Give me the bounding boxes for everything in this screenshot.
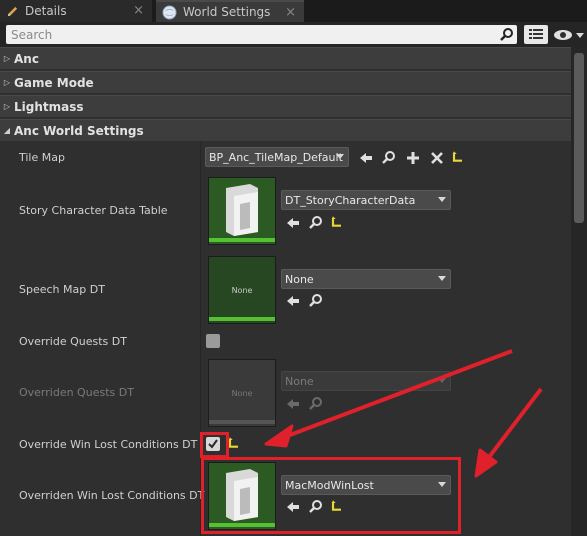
scrollbar-thumb[interactable] — [574, 53, 584, 223]
property-label: Story Character Data Table — [19, 204, 168, 217]
property-label: Speech Map DT — [19, 283, 105, 296]
use-selected-arrow-icon[interactable] — [285, 215, 301, 231]
data-table-icon — [226, 184, 258, 236]
browse-search-icon[interactable] — [308, 293, 324, 309]
add-icon[interactable] — [405, 150, 421, 166]
globe-icon — [162, 4, 177, 20]
chevron-down-icon — [576, 32, 584, 38]
property-label: Override Win Lost Conditions DT — [19, 438, 198, 451]
highlight-box-asset — [201, 457, 461, 534]
browse-search-icon[interactable] — [308, 215, 324, 231]
reset-to-default-icon[interactable] — [329, 215, 345, 231]
category-lightmass[interactable]: ▷ Lightmass — [0, 95, 571, 117]
tile-map-combo[interactable]: BP_Anc_TileMap_Default — [205, 147, 349, 167]
category-anc-world-settings[interactable]: ◢ Anc World Settings — [0, 119, 571, 141]
speech-map-combo[interactable]: None — [281, 269, 451, 289]
category-label: Lightmass — [14, 99, 84, 114]
asset-type-bar — [209, 238, 275, 242]
combo-value: DT_StoryCharacterData — [285, 193, 416, 207]
search-row — [0, 22, 587, 47]
tab-world-settings-label: World Settings — [183, 5, 271, 19]
tab-details-label: Details — [25, 4, 67, 18]
asset-thumbnail: None — [208, 359, 276, 427]
grid-view-icon — [529, 28, 543, 39]
tab-bar: Details × World Settings × — [0, 0, 587, 22]
combo-value: None — [285, 272, 314, 286]
asset-type-bar — [209, 420, 275, 424]
chevron-down-icon — [438, 378, 446, 383]
use-selected-arrow-icon[interactable] — [358, 150, 374, 166]
tab-world-settings[interactable]: World Settings × — [156, 0, 304, 22]
view-options-button[interactable] — [524, 25, 548, 44]
overriden-quests-combo: None — [281, 371, 451, 391]
chevron-down-icon — [438, 197, 446, 202]
chevron-down-icon — [438, 276, 446, 281]
property-label: Override Quests DT — [19, 335, 127, 348]
asset-thumbnail[interactable]: None — [208, 256, 276, 324]
vertical-scrollbar[interactable] — [571, 47, 587, 536]
tab-details[interactable]: Details × — [0, 0, 152, 22]
property-label: Tile Map — [19, 151, 65, 164]
thumbnail-text: None — [231, 285, 253, 295]
property-override-quests-dt: Override Quests DT — [0, 328, 571, 354]
expand-arrow-icon: ▷ — [3, 54, 11, 63]
category-label: Anc — [14, 51, 39, 66]
use-selected-arrow-icon — [287, 399, 299, 409]
story-character-combo[interactable]: DT_StoryCharacterData — [281, 190, 451, 210]
category-anc[interactable]: ▷ Anc — [0, 47, 571, 69]
reset-to-default-icon[interactable] — [450, 150, 466, 166]
chevron-down-icon — [336, 154, 344, 159]
override-quests-checkbox[interactable] — [206, 334, 220, 348]
property-story-character-data-table: Story Character Data Table DT_StoryChara… — [0, 172, 571, 252]
category-label: Anc World Settings — [14, 123, 144, 138]
property-label: Overriden Quests DT — [19, 386, 134, 399]
asset-thumbnail[interactable] — [208, 177, 276, 245]
visibility-filter-button[interactable] — [553, 27, 585, 43]
browse-search-icon[interactable] — [381, 150, 397, 166]
collapse-arrow-icon: ◢ — [3, 126, 11, 135]
property-label: Overriden Win Lost Conditions DT — [19, 489, 205, 502]
combo-value: None — [285, 374, 314, 388]
eye-icon — [554, 30, 572, 40]
browse-search-icon — [309, 397, 322, 410]
asset-type-bar — [209, 317, 275, 321]
property-tile-map: Tile Map BP_Anc_TileMap_Default — [0, 142, 571, 172]
category-label: Game Mode — [14, 75, 94, 90]
search-box — [6, 25, 517, 44]
highlight-box-checkbox — [200, 432, 229, 458]
search-icon[interactable] — [500, 27, 514, 41]
expand-arrow-icon: ▷ — [3, 102, 11, 111]
close-icon[interactable]: × — [133, 3, 144, 18]
close-icon[interactable]: × — [285, 5, 296, 20]
property-override-win-lost-conditions-dt: Override Win Lost Conditions DT — [0, 430, 571, 458]
category-game-mode[interactable]: ▷ Game Mode — [0, 71, 571, 93]
pencil-icon — [7, 6, 18, 16]
thumbnail-text: None — [231, 388, 253, 398]
clear-x-icon[interactable] — [429, 150, 445, 166]
search-input[interactable] — [6, 25, 486, 44]
expand-arrow-icon: ▷ — [3, 78, 11, 87]
property-overriden-quests-dt: Overriden Quests DT None None — [0, 354, 571, 430]
property-speech-map-dt: Speech Map DT None None — [0, 252, 571, 328]
use-selected-arrow-icon[interactable] — [285, 293, 301, 309]
combo-value: BP_Anc_TileMap_Default — [209, 150, 343, 164]
